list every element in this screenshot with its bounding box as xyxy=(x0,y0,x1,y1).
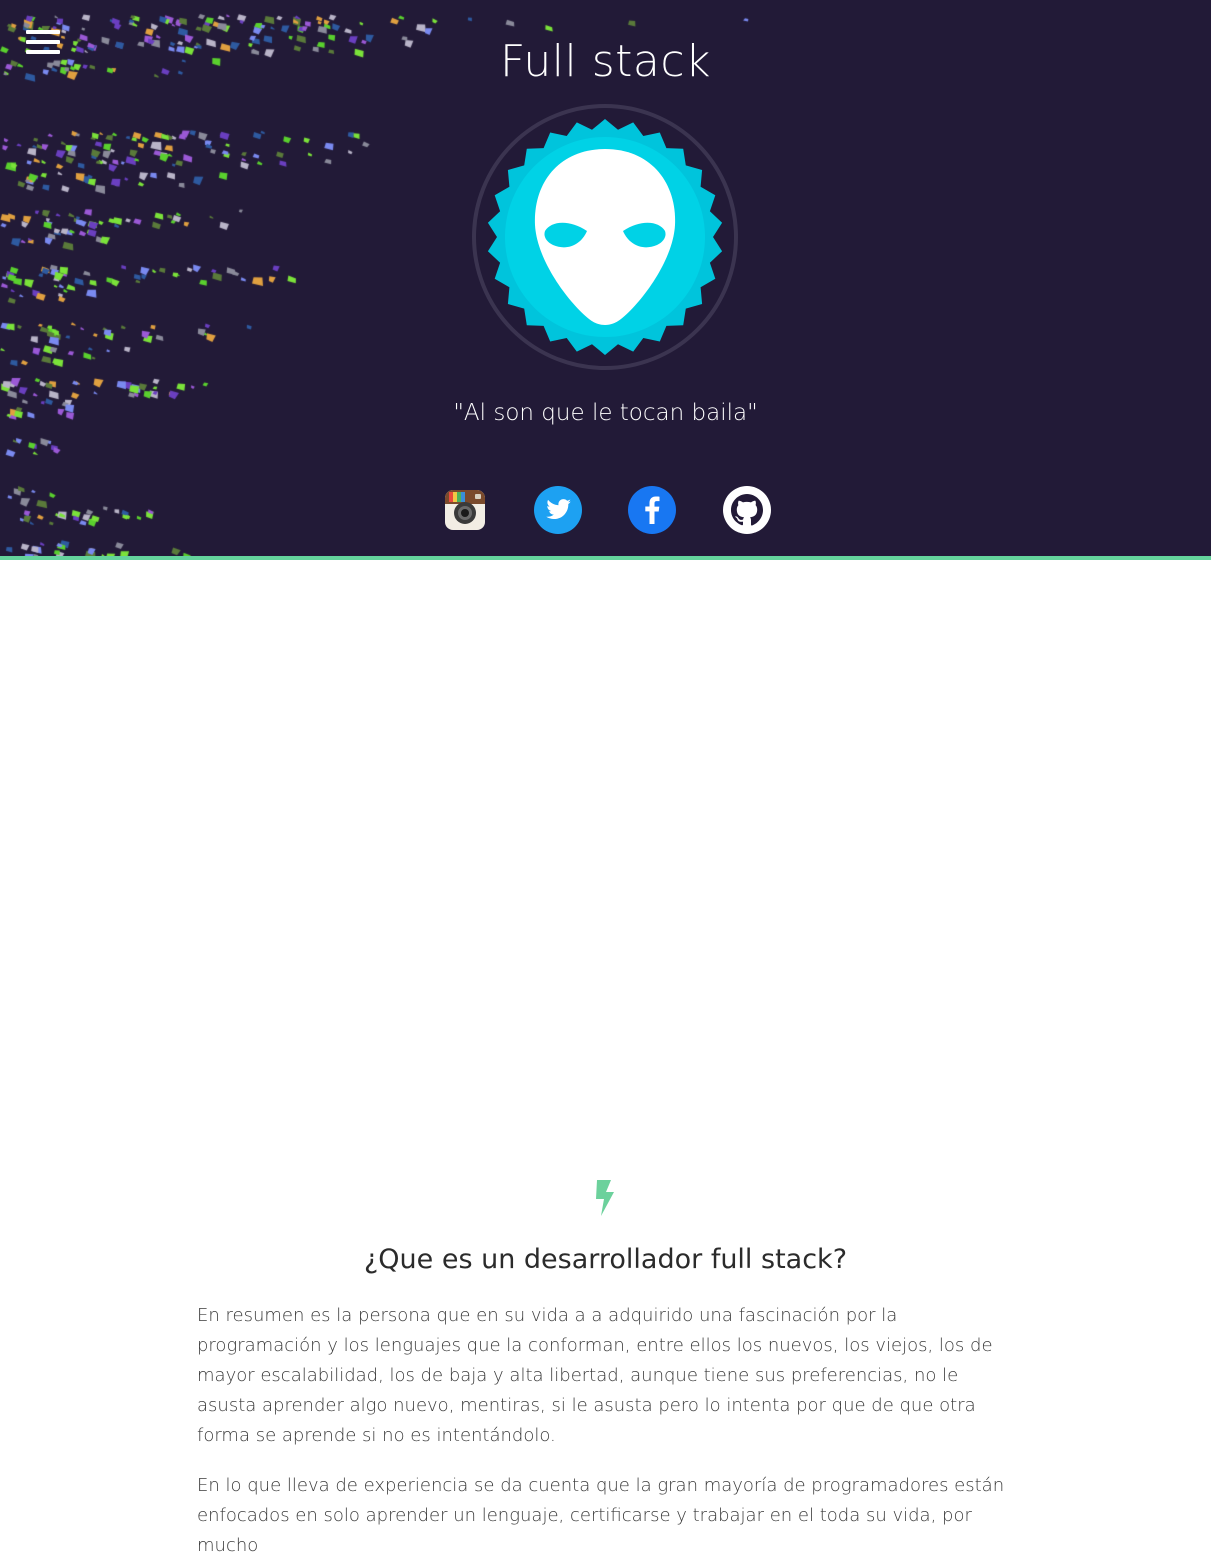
header-quote: "Al son que le tocan baila" xyxy=(453,400,758,426)
hero-header: Full stack "Al son que le tocan baila" xyxy=(0,0,1211,560)
paragraph-2: En lo que lleva de experiencia se da cue… xyxy=(197,1475,1005,1556)
lightning-bolt-icon xyxy=(596,1180,614,1216)
github-icon[interactable] xyxy=(723,486,771,534)
instagram-icon[interactable] xyxy=(441,486,489,534)
page-title: Full stack xyxy=(499,36,712,87)
social-links xyxy=(0,486,1211,534)
facebook-icon[interactable] xyxy=(628,486,676,534)
alien-icon xyxy=(472,104,738,370)
twitter-icon[interactable] xyxy=(534,486,582,534)
paragraph-1: En resumen es la persona que en su vida … xyxy=(197,1305,993,1446)
section-title: ¿Que es un desarrollador full stack? xyxy=(363,1244,848,1275)
